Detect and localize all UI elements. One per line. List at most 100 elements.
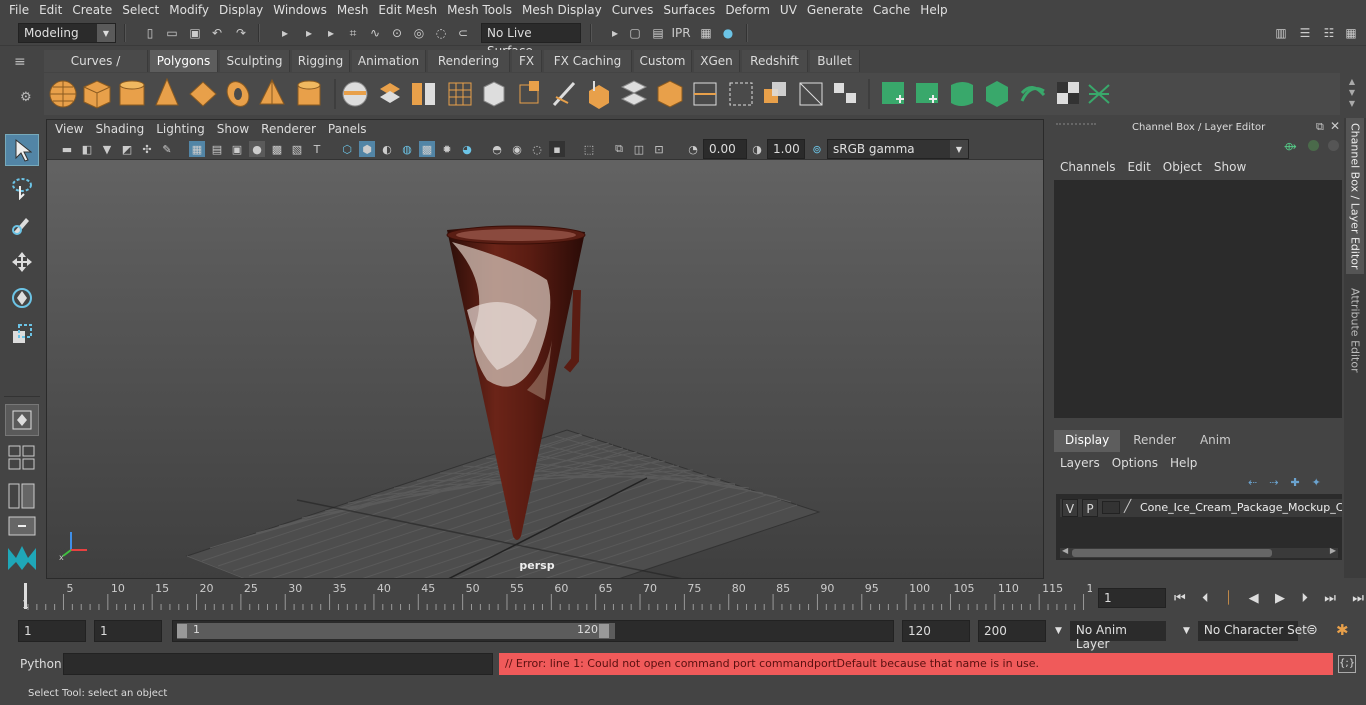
menu-select[interactable]: Select (117, 3, 164, 17)
bridge-icon[interactable] (620, 80, 648, 106)
color-management-icon[interactable]: ⊚ (809, 141, 825, 157)
channel-box-toggle-icon[interactable]: ☰ (1296, 24, 1314, 42)
script-editor-icon[interactable]: {;} (1338, 655, 1356, 673)
smooth-icon[interactable] (448, 82, 472, 106)
move-layer-down-icon[interactable]: ⇢ (1269, 476, 1278, 492)
scroll-right-icon[interactable]: ▶ (1330, 546, 1336, 555)
isolate-select-icon[interactable]: ⬚ (581, 141, 597, 157)
snap-point-icon[interactable]: ⊙ (388, 24, 406, 42)
extract-icon[interactable] (519, 81, 539, 104)
menu-help[interactable]: Help (915, 3, 952, 17)
multi-cut-icon[interactable] (552, 81, 576, 107)
separate-icon[interactable] (380, 83, 400, 103)
auto-key-icon[interactable]: ⊜ (1306, 622, 1318, 638)
shelf-tab-xgen[interactable]: XGen (694, 50, 740, 72)
menu-mesh-tools[interactable]: Mesh Tools (442, 3, 517, 17)
current-frame-field[interactable]: 1 (1098, 588, 1166, 608)
exposure-field[interactable]: 0.00 (703, 139, 747, 159)
uv-cylindrical-icon[interactable] (916, 83, 938, 103)
ambient-occlusion-icon[interactable]: ◓ (489, 141, 505, 157)
new-layer-icon[interactable]: ✚ (1290, 476, 1299, 492)
menu-uv[interactable]: UV (775, 3, 802, 17)
channel-menu-object[interactable]: Object (1157, 160, 1208, 178)
safe-title-icon[interactable]: T (309, 141, 325, 157)
xray-joints-icon[interactable]: ⧉ (611, 141, 627, 157)
reduce-icon[interactable] (483, 81, 505, 107)
step-back-frame-icon[interactable]: ⏐ (1225, 591, 1232, 606)
poly-sphere-icon[interactable] (49, 80, 77, 108)
lights-icon[interactable]: ✹ (439, 141, 455, 157)
attribute-editor-toggle-icon[interactable]: ☷ (1320, 24, 1338, 42)
shelf-tab-polygons[interactable]: Polygons (150, 50, 218, 72)
gamma-field[interactable]: 1.00 (767, 139, 805, 159)
perspective-viewport[interactable]: View Shading Lighting Show Renderer Panels ▬ … (46, 119, 1044, 579)
shelf-tab-rendering[interactable]: Rendering (428, 50, 510, 72)
snap-surface-icon[interactable]: ◌ (432, 24, 450, 42)
go-to-end-icon[interactable]: ⏭ (1352, 591, 1364, 606)
live-surface-field[interactable]: No Live Surface (481, 23, 581, 58)
bool-difference-icon[interactable] (799, 82, 823, 106)
arrow-right-icon[interactable]: ▸ (276, 24, 294, 42)
field-chart-icon[interactable]: ▩ (269, 141, 285, 157)
color-space-selector[interactable]: sRGB gamma ▼ (827, 139, 969, 159)
poly-cube-icon[interactable] (83, 80, 111, 109)
viewport-menu-lighting[interactable]: Lighting (150, 122, 211, 136)
toggle-dot-icon[interactable] (1308, 140, 1319, 151)
anim-start-field[interactable]: 1 (18, 620, 86, 642)
uv-automatic-icon[interactable] (986, 81, 1008, 107)
character-set-selector[interactable]: ▼ No Character Set (1178, 620, 1307, 642)
layer-row[interactable]: V P ╱ Cone_Ice_Cream_Package_Mockup_Ch (1060, 499, 1342, 517)
time-slider[interactable]: 5 10 15 20 25 30 35 40 45 50 55 60 65 70 75 80 85 90 95 100… (18, 580, 1101, 612)
viewport-menu-panels[interactable]: Panels (322, 122, 373, 136)
textured-icon[interactable]: ◍ (399, 141, 415, 157)
poly-torus-icon[interactable] (223, 78, 253, 111)
menu-modify[interactable]: Modify (164, 3, 214, 17)
hypershade-icon[interactable]: ● (719, 24, 737, 42)
layer-menu-options[interactable]: Options (1106, 454, 1164, 474)
viewport-menu-renderer[interactable]: Renderer (255, 122, 322, 136)
anim-layer-selector[interactable]: ▼ No Anim Layer (1050, 620, 1168, 651)
menu-windows[interactable]: Windows (268, 3, 332, 17)
horizontal-scrollbar[interactable]: ◀ ▶ (1060, 546, 1338, 558)
arrow-right-icon[interactable]: ▸ (322, 24, 340, 42)
range-handle-start[interactable] (177, 624, 187, 638)
anim-end-field[interactable]: 200 (978, 620, 1046, 642)
target-weld-icon[interactable] (729, 82, 753, 106)
move-tool-icon[interactable] (5, 246, 39, 278)
play-forward-icon[interactable]: ▶ (1275, 591, 1285, 606)
last-tool-icon[interactable] (5, 404, 39, 436)
wireframe-icon[interactable]: ⬡ (339, 141, 355, 157)
layout-single-icon[interactable] (8, 516, 36, 536)
tool-settings-toggle-icon[interactable]: ▦ (1342, 24, 1360, 42)
menu-mesh[interactable]: Mesh (332, 3, 374, 17)
menu-create[interactable]: Create (67, 3, 117, 17)
viewport-menu-view[interactable]: View (49, 122, 89, 136)
poly-plane-icon[interactable] (189, 81, 217, 107)
playback-end-field[interactable]: 120 (902, 620, 970, 642)
gate-mask-icon[interactable]: ● (249, 141, 265, 157)
shelf-tab-sculpting[interactable]: Sculpting (220, 50, 290, 72)
bookmark-icon[interactable]: ▼ (99, 141, 115, 157)
hud-icon[interactable]: ⊡ (651, 141, 667, 157)
channel-menu-show[interactable]: Show (1208, 160, 1252, 178)
poly-pyramid-icon[interactable] (259, 78, 285, 105)
shelf-tab-custom[interactable]: Custom (634, 50, 692, 72)
anti-alias-icon[interactable]: ◌ (529, 141, 545, 157)
render-frame-icon[interactable]: ▤ (649, 24, 667, 42)
camera-select-icon[interactable]: ▬ (59, 141, 75, 157)
insert-edge-loop-icon[interactable] (693, 82, 717, 106)
grid-toggle-icon[interactable]: ▦ (189, 141, 205, 157)
poly-cylinder-icon[interactable] (119, 80, 145, 106)
step-forward-key-icon[interactable]: ⏭ (1324, 591, 1336, 606)
menu-surfaces[interactable]: Surfaces (658, 3, 720, 17)
menu-cache[interactable]: Cache (868, 3, 915, 17)
image-plane-icon[interactable]: ◩ (119, 141, 135, 157)
film-gate-icon[interactable]: ▤ (209, 141, 225, 157)
poly-cone-icon[interactable] (155, 77, 179, 106)
shelf-tab-redshift[interactable]: Redshift (742, 50, 808, 72)
safe-action-icon[interactable]: ▧ (289, 141, 305, 157)
poly-pipe-icon[interactable] (297, 80, 321, 106)
menu-curves[interactable]: Curves (607, 3, 659, 17)
uv-unfold-icon[interactable] (1020, 86, 1046, 102)
animation-prefs-icon[interactable]: ✱ (1336, 621, 1349, 639)
